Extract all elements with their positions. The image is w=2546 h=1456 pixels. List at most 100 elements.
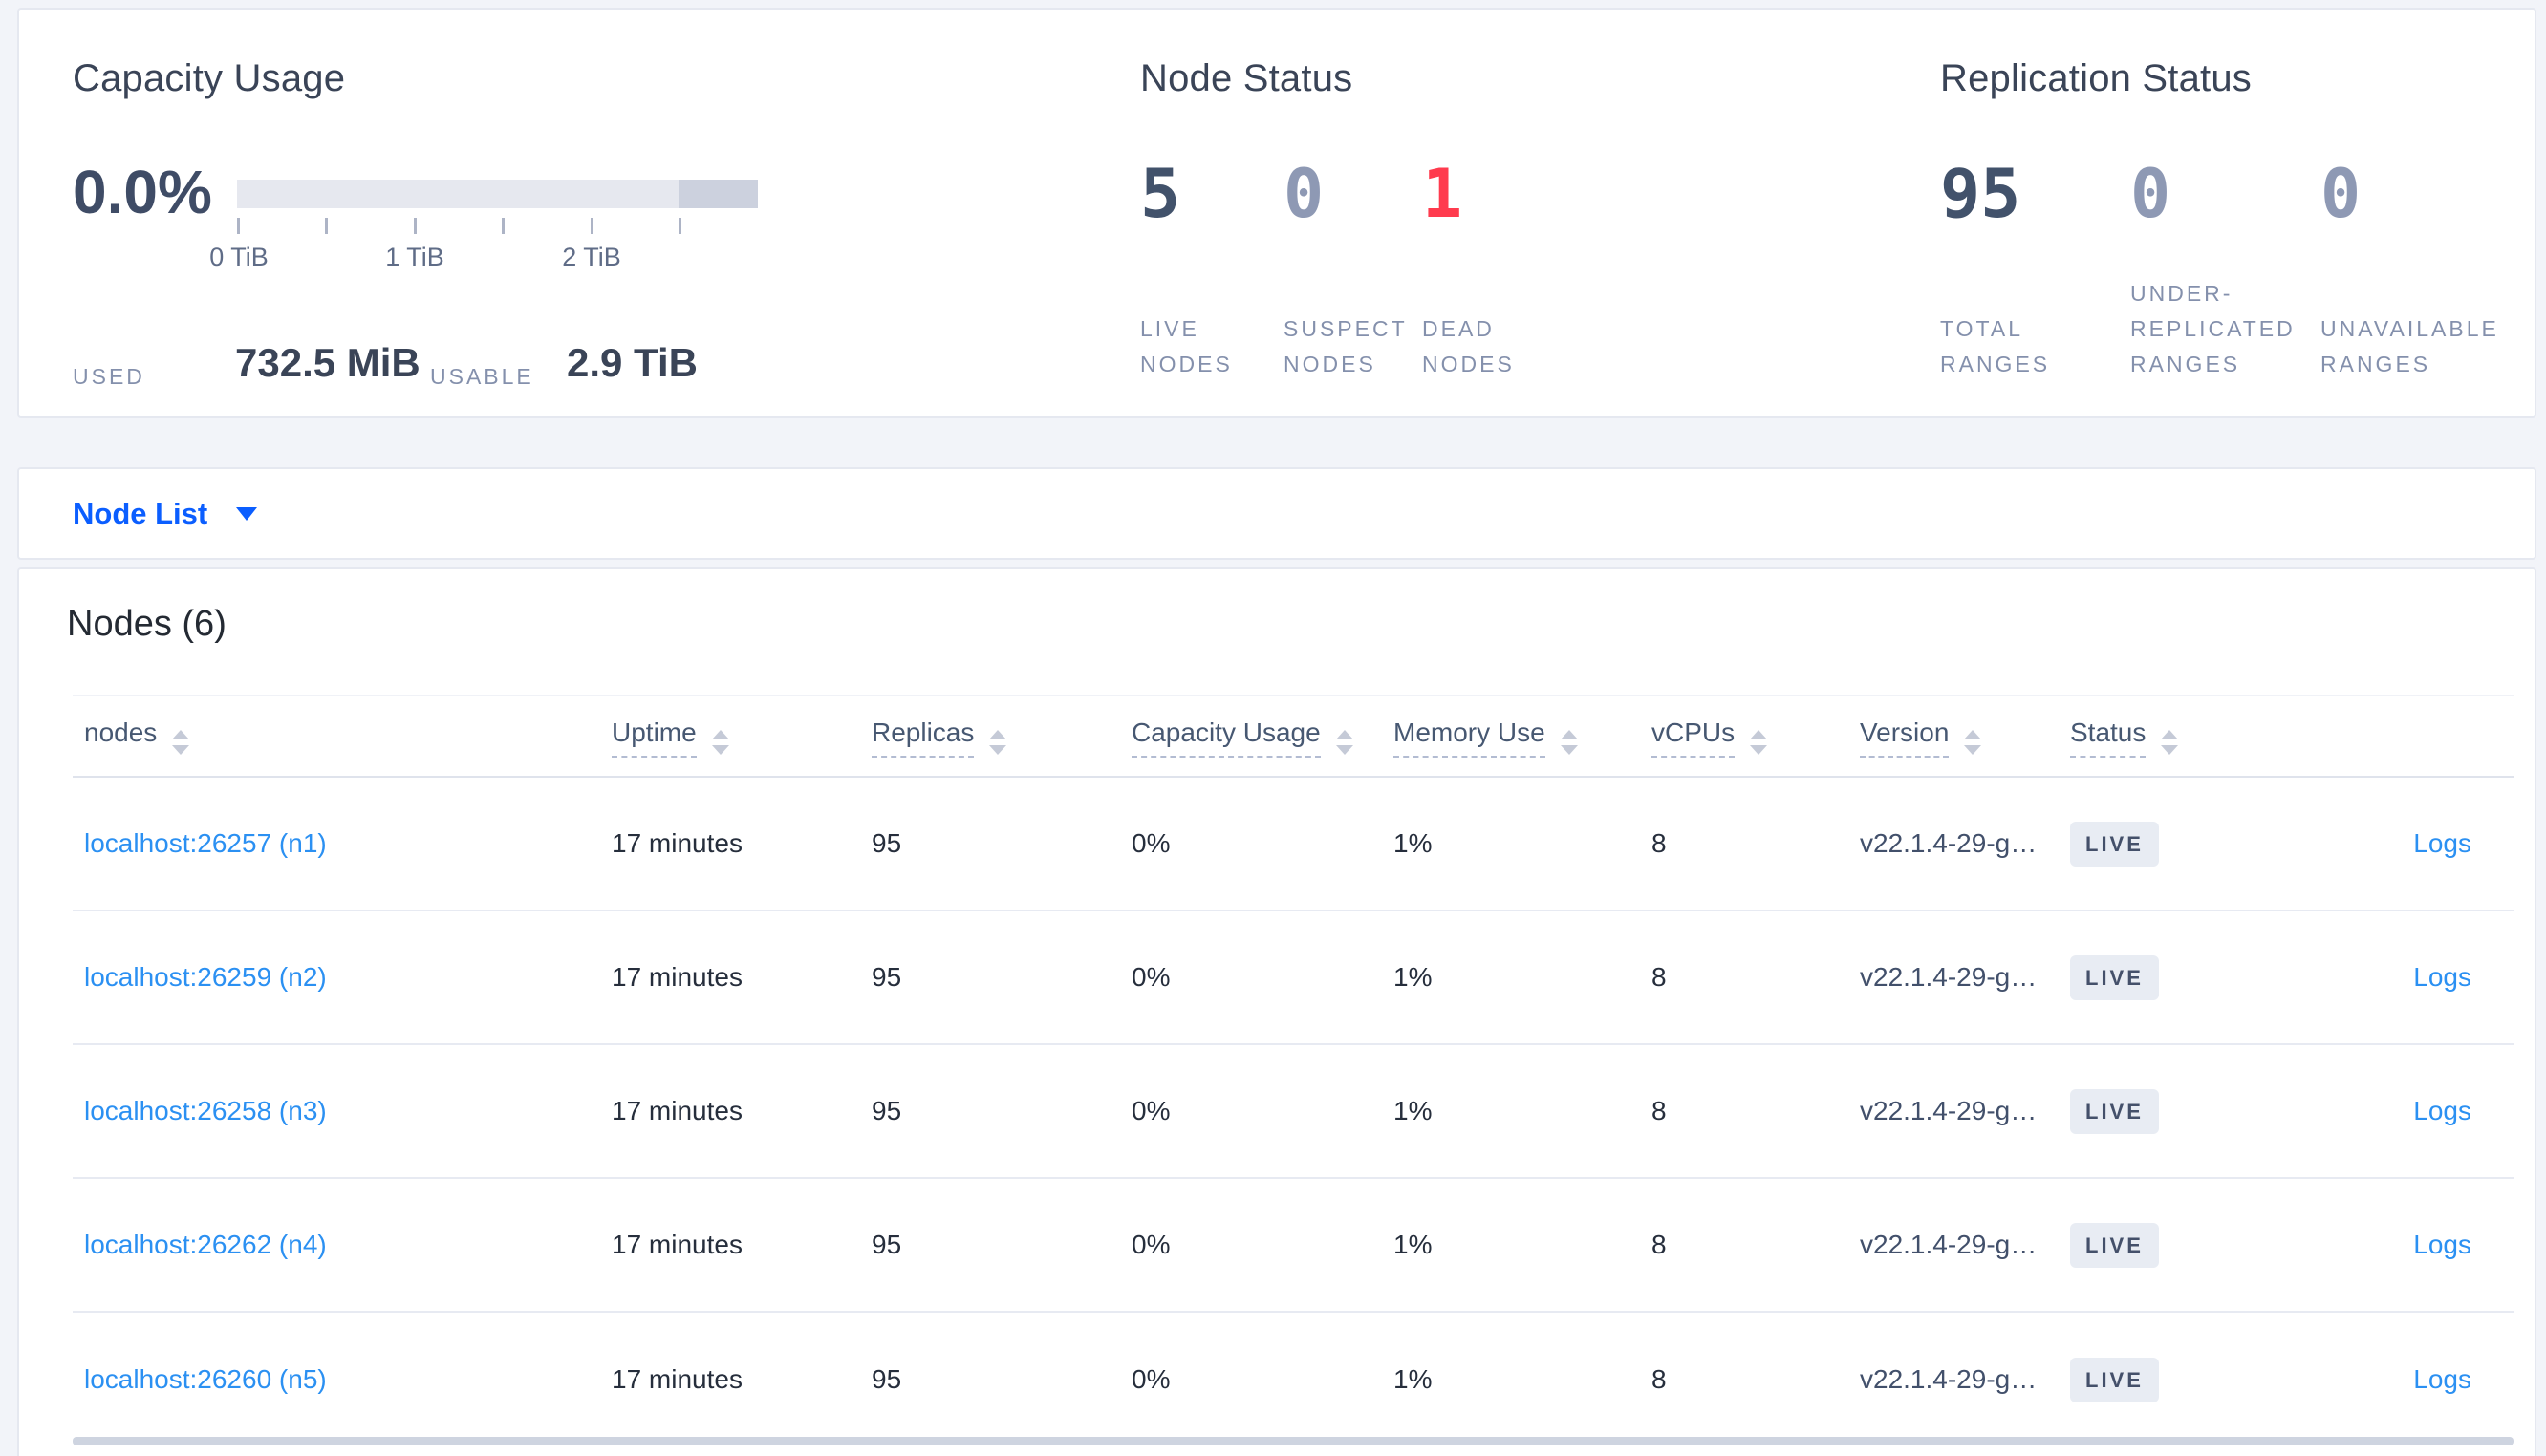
uptime-cell: 17 minutes	[612, 1364, 743, 1394]
axis-tick	[237, 218, 240, 234]
axis-tick-label: 2 TiB	[562, 243, 621, 271]
replicas-cell: 95	[872, 828, 902, 858]
vcpus-cell: 8	[1651, 1096, 1667, 1125]
table-row: localhost:26258 (n3) 17 minutes 95 0% 1%…	[73, 1045, 2514, 1179]
column-header-nodes[interactable]: nodes	[73, 717, 608, 755]
node-list-dropdown-label: Node List	[73, 496, 208, 530]
node-address-link[interactable]: localhost:26262 (n4)	[84, 1230, 327, 1259]
status-cell: LIVE	[2066, 1222, 2322, 1268]
node-address-link[interactable]: localhost:26260 (n5)	[84, 1364, 327, 1394]
uptime-cell: 17 minutes	[612, 1096, 743, 1125]
replicas-cell: 95	[872, 1230, 902, 1259]
node-address-cell: localhost:26259 (n2)	[73, 962, 608, 993]
status-cell: LIVE	[2066, 1357, 2322, 1402]
status-badge: LIVE	[2070, 954, 2159, 1000]
status-cell: LIVE	[2066, 1088, 2322, 1134]
axis-tick	[591, 218, 593, 234]
version-cell: v22.1.4-29-g…	[1860, 1096, 2038, 1125]
usable-value: 2.9 TiB	[567, 340, 698, 385]
node-address-cell: localhost:26260 (n5)	[73, 1364, 608, 1395]
total-ranges-stat: 95 TOTAL RANGES	[1940, 153, 2130, 382]
nodes-table-card: Nodes (6) nodes Uptime Replicas Capacity…	[17, 567, 2536, 1456]
node-address-link[interactable]: localhost:26258 (n3)	[84, 1096, 327, 1125]
logs-cell: Logs	[2322, 1230, 2514, 1260]
sort-icon	[989, 730, 1007, 755]
capacity-used-percent: 0.0%	[73, 158, 212, 226]
used-label: USED	[73, 364, 145, 389]
nodes-table-body: localhost:26257 (n1) 17 minutes 95 0% 1%…	[73, 778, 2514, 1446]
column-header-version[interactable]: Version	[1856, 717, 2066, 758]
column-header-vcpus[interactable]: vCPUs	[1648, 717, 1856, 758]
capacity-usage-cell: 0%	[1132, 1096, 1171, 1125]
axis-tick	[414, 218, 417, 234]
under-replicated-count: 0	[2130, 155, 2171, 233]
uptime-cell: 17 minutes	[612, 828, 743, 858]
replicas-cell: 95	[872, 1364, 902, 1394]
capacity-usage-title: Capacity Usage	[73, 57, 346, 99]
live-nodes-count: 5	[1140, 155, 1181, 233]
live-nodes-stat: 5 LIVE NODES	[1140, 153, 1284, 382]
replicas-cell: 95	[872, 1096, 902, 1125]
vcpus-cell: 8	[1651, 1230, 1667, 1259]
sort-icon	[711, 730, 729, 755]
node-status-title: Node Status	[1140, 57, 1353, 99]
logs-cell: Logs	[2322, 962, 2514, 993]
chevron-down-icon	[236, 506, 258, 521]
column-header-replicas[interactable]: Replicas	[868, 717, 1128, 758]
logs-link[interactable]: Logs	[2413, 828, 2471, 858]
table-row: localhost:26257 (n1) 17 minutes 95 0% 1%…	[73, 778, 2514, 911]
sort-icon	[1750, 730, 1768, 755]
replication-status-title: Replication Status	[1940, 57, 2253, 99]
version-cell: v22.1.4-29-g…	[1860, 1230, 2038, 1259]
vcpus-cell: 8	[1651, 1364, 1667, 1394]
capacity-usage-cell: 0%	[1132, 828, 1171, 858]
memory-use-cell: 1%	[1393, 962, 1433, 992]
nodes-table: nodes Uptime Replicas Capacity Usage Mem…	[73, 696, 2514, 1446]
sort-icon	[172, 730, 190, 755]
axis-tick	[679, 218, 681, 234]
unavailable-ranges-label: UNAVAILABLE RANGES	[2320, 316, 2499, 376]
table-row: localhost:26262 (n4) 17 minutes 95 0% 1%…	[73, 1179, 2514, 1313]
column-header-uptime[interactable]: Uptime	[608, 717, 868, 758]
capacity-usage-cell: 0%	[1132, 962, 1171, 992]
horizontal-scrollbar[interactable]	[73, 1437, 2514, 1445]
logs-cell: Logs	[2322, 1096, 2514, 1126]
vcpus-cell: 8	[1651, 828, 1667, 858]
nodes-table-header: nodes Uptime Replicas Capacity Usage Mem…	[73, 696, 2514, 778]
axis-tick-label: 0 TiB	[209, 243, 269, 271]
capacity-usage-cell: 0%	[1132, 1364, 1171, 1394]
axis-tick	[502, 218, 505, 234]
status-cell: LIVE	[2066, 954, 2322, 1000]
capacity-gauge-extra-segment	[679, 180, 758, 208]
logs-link[interactable]: Logs	[2413, 1364, 2471, 1394]
logs-link[interactable]: Logs	[2413, 962, 2471, 992]
sort-icon	[2161, 730, 2179, 755]
logs-cell: Logs	[2322, 828, 2514, 859]
total-ranges-label: TOTAL RANGES	[1940, 316, 2051, 376]
node-address-link[interactable]: localhost:26257 (n1)	[84, 828, 327, 858]
column-header-capacity-usage[interactable]: Capacity Usage	[1128, 717, 1390, 758]
dead-nodes-stat: 1 DEAD NODES	[1422, 153, 1585, 382]
table-row: localhost:26260 (n5) 17 minutes 95 0% 1%…	[73, 1313, 2514, 1446]
replicas-cell: 95	[872, 962, 902, 992]
logs-link[interactable]: Logs	[2413, 1230, 2471, 1259]
logs-link[interactable]: Logs	[2413, 1096, 2471, 1125]
uptime-cell: 17 minutes	[612, 962, 743, 992]
column-header-status[interactable]: Status	[2066, 717, 2322, 758]
axis-tick-label: 1 TiB	[385, 243, 444, 271]
node-address-cell: localhost:26258 (n3)	[73, 1096, 608, 1126]
sort-icon	[1964, 730, 1982, 755]
memory-use-cell: 1%	[1393, 1364, 1433, 1394]
node-address-link[interactable]: localhost:26259 (n2)	[84, 962, 327, 992]
version-cell: v22.1.4-29-g…	[1860, 962, 2038, 992]
node-status-stats: 5 LIVE NODES 0 SUSPECT NODES 1 DEAD NODE…	[1140, 153, 1585, 382]
suspect-nodes-count: 0	[1284, 155, 1325, 233]
node-list-dropdown[interactable]: Node List	[73, 496, 258, 531]
status-cell: LIVE	[2066, 821, 2322, 867]
node-address-cell: localhost:26257 (n1)	[73, 828, 608, 859]
nodes-section-title: Nodes (6)	[67, 604, 227, 644]
column-header-memory-use[interactable]: Memory Use	[1390, 717, 1648, 758]
dead-nodes-count: 1	[1422, 155, 1463, 233]
status-badge: LIVE	[2070, 1222, 2159, 1268]
memory-use-cell: 1%	[1393, 1230, 1433, 1259]
